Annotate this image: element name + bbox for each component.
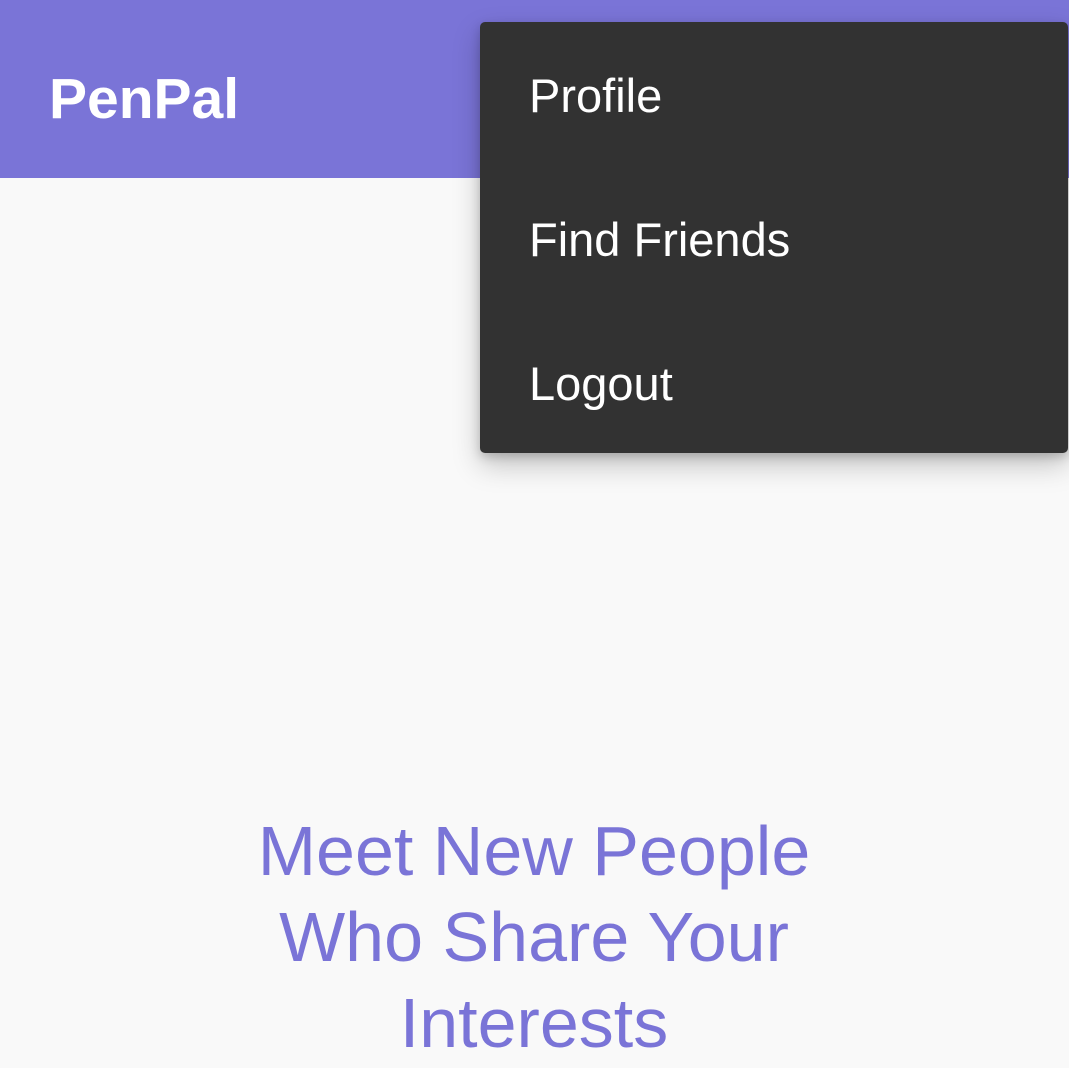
menu-item-logout[interactable]: Logout (480, 310, 1068, 454)
menu-item-label: Logout (529, 357, 673, 410)
app-screen: PenPal Meet New People Who Share Your In… (0, 0, 1069, 1068)
tagline: Meet New People Who Share Your Interests (134, 808, 934, 1066)
tagline-line: Meet New People (257, 812, 811, 890)
menu-item-find-friends[interactable]: Find Friends (480, 166, 1068, 310)
overflow-menu: Profile Find Friends Logout (480, 22, 1068, 453)
tagline-line: Who Share Your (279, 898, 789, 976)
menu-item-label: Profile (529, 69, 663, 122)
menu-item-label: Find Friends (529, 213, 791, 266)
app-title: PenPal (49, 67, 240, 131)
menu-item-profile[interactable]: Profile (480, 22, 1068, 166)
tagline-line: Interests (399, 984, 669, 1062)
